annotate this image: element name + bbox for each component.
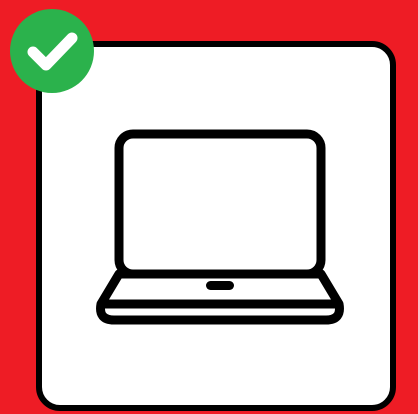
laptop-screen [114,129,326,279]
laptop-icon [96,129,344,325]
product-tile [0,0,418,414]
checkmark-icon [10,9,94,93]
laptop-trackpad [206,281,234,290]
laptop-base [96,269,344,325]
